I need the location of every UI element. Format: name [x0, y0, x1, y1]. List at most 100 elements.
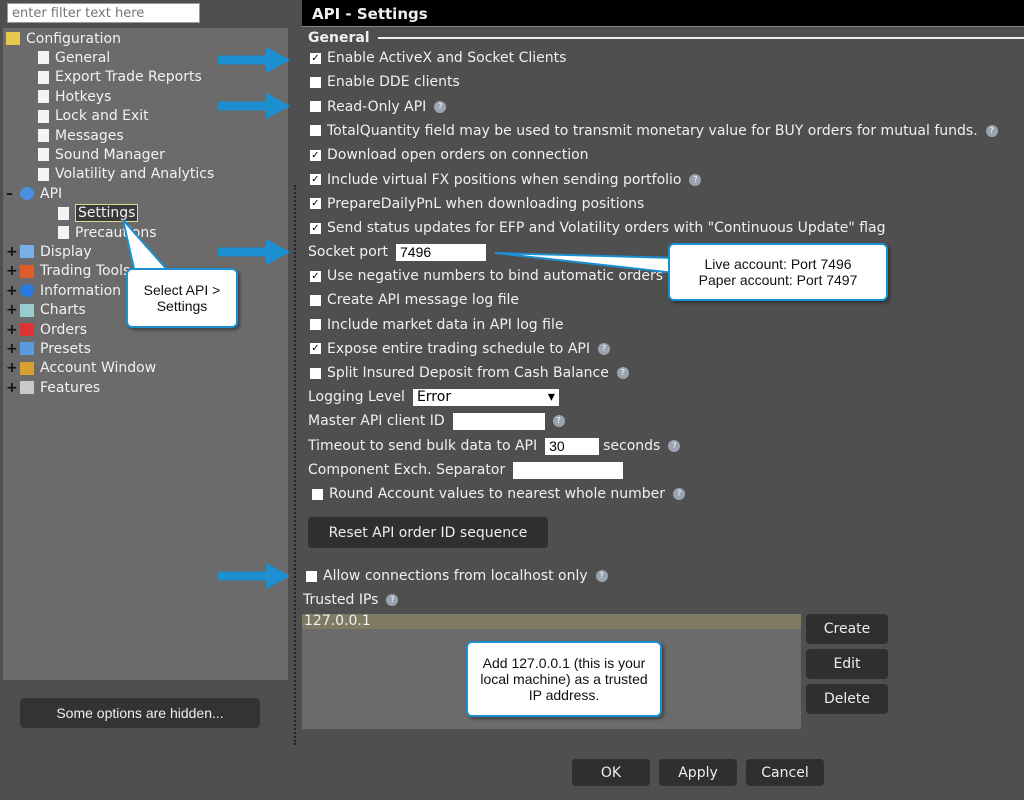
- tree-item-api[interactable]: – API: [6, 184, 62, 203]
- tree-item-export-trade-reports[interactable]: Export Trade Reports: [38, 68, 202, 87]
- master-id-input[interactable]: [452, 412, 545, 430]
- callout-port-info: Live account: Port 7496 Paper account: Po…: [668, 243, 888, 301]
- checkbox[interactable]: [306, 570, 317, 582]
- checkbox[interactable]: [312, 488, 323, 500]
- option-label: Enable ActiveX and Socket Clients: [327, 50, 567, 66]
- checkbox[interactable]: [310, 125, 321, 137]
- checkbox-checked[interactable]: ✓: [310, 222, 321, 234]
- option-checkbox-row[interactable]: Enable DDE clients: [310, 72, 460, 92]
- group-title-general: General: [308, 30, 370, 46]
- checkbox-checked[interactable]: ✓: [310, 52, 321, 64]
- tree-item-features[interactable]: + Features: [6, 378, 100, 397]
- expand-icon[interactable]: +: [6, 322, 18, 338]
- tree-item-account-window[interactable]: + Account Window: [6, 359, 156, 378]
- help-icon[interactable]: ?: [673, 488, 686, 500]
- checkbox[interactable]: [310, 101, 321, 113]
- tree-item-sound-manager[interactable]: Sound Manager: [38, 145, 165, 164]
- help-icon[interactable]: ?: [985, 124, 998, 137]
- option-checkbox-row[interactable]: Read-Only API?: [310, 97, 447, 117]
- expand-icon[interactable]: +: [6, 341, 18, 357]
- checkbox[interactable]: [310, 319, 321, 331]
- tree-item-lock-and-exit[interactable]: Lock and Exit: [38, 107, 149, 126]
- collapse-icon[interactable]: –: [6, 186, 16, 202]
- page-icon: [38, 129, 49, 142]
- checkbox-checked[interactable]: ✓: [310, 174, 321, 185]
- option-label: TotalQuantity field may be used to trans…: [327, 122, 978, 139]
- option-label: Download open orders on connection: [327, 147, 589, 164]
- page-icon: [38, 90, 49, 104]
- trading-tools-icon: [20, 264, 34, 278]
- help-icon[interactable]: ?: [434, 100, 447, 113]
- api-arrows-icon: [20, 187, 34, 201]
- tree-item-label: Account Window: [40, 360, 157, 377]
- callout-text: Paper account: Port 7497: [698, 272, 858, 288]
- ip-list-item[interactable]: 127.0.0.1: [302, 614, 801, 629]
- option-checkbox-row[interactable]: ✓ PrepareDailyPnL when downloading positi…: [310, 194, 644, 214]
- tree-item-label: Information: [40, 282, 122, 299]
- help-icon[interactable]: ?: [689, 173, 702, 186]
- logging-level-select[interactable]: Error ▾: [412, 388, 559, 406]
- checkbox-checked[interactable]: ✓: [310, 149, 321, 161]
- tree-item-information[interactable]: + Information: [6, 281, 121, 300]
- socket-port-input[interactable]: [396, 243, 487, 261]
- group-divider: [378, 37, 1024, 39]
- tree-item-volatility-and-analytics[interactable]: Volatility and Analytics: [38, 165, 214, 184]
- help-icon[interactable]: ?: [595, 570, 608, 582]
- option-checkbox-row[interactable]: Split Insured Deposit from Cash Balance?: [310, 363, 629, 383]
- tree-item-label: Volatility and Analytics: [55, 166, 215, 183]
- ok-button[interactable]: OK: [572, 759, 650, 786]
- expand-icon[interactable]: +: [6, 244, 18, 260]
- localhost-only-checkbox[interactable]: Allow connections from localhost only?: [306, 566, 608, 586]
- reset-order-id-button[interactable]: Reset API order ID sequence: [308, 517, 548, 548]
- expand-icon[interactable]: +: [6, 302, 18, 318]
- checkbox[interactable]: [310, 76, 321, 88]
- round-values-checkbox[interactable]: Round Account values to nearest whole nu…: [312, 484, 686, 504]
- checkbox[interactable]: [310, 367, 321, 379]
- cancel-button[interactable]: Cancel: [746, 759, 824, 786]
- some-options-hidden-button[interactable]: Some options are hidden...: [20, 698, 260, 728]
- tree-item-presets[interactable]: + Presets: [6, 339, 91, 358]
- expand-icon[interactable]: +: [6, 283, 18, 299]
- help-icon[interactable]: ?: [616, 367, 629, 380]
- expand-icon[interactable]: +: [6, 360, 18, 376]
- create-ip-button[interactable]: Create: [806, 614, 888, 644]
- tree-item-display[interactable]: + Display: [6, 242, 92, 261]
- separator-input[interactable]: [513, 461, 624, 479]
- tree-item-configuration[interactable]: Configuration: [6, 29, 121, 48]
- option-checkbox-row[interactable]: ✓ Include virtual FX positions when sendi…: [310, 170, 702, 190]
- edit-ip-button[interactable]: Edit: [806, 649, 888, 679]
- filter-input[interactable]: [7, 3, 200, 23]
- checkbox[interactable]: [310, 294, 321, 306]
- page-icon: [38, 109, 49, 123]
- option-label: Include virtual FX positions when sendin…: [327, 171, 682, 188]
- splitter-handle[interactable]: [294, 185, 296, 745]
- help-icon[interactable]: ?: [552, 415, 565, 427]
- help-icon[interactable]: ?: [597, 342, 610, 355]
- tree-item-orders[interactable]: + Orders: [6, 320, 87, 339]
- timeout-input[interactable]: [545, 437, 600, 455]
- folder-icon: [6, 32, 20, 45]
- option-checkbox-row[interactable]: Include market data in API log file: [310, 315, 563, 335]
- tree-item-hotkeys[interactable]: Hotkeys: [38, 87, 111, 106]
- checkbox-checked[interactable]: ✓: [310, 198, 321, 210]
- option-checkbox-row[interactable]: TotalQuantity field may be used to trans…: [310, 121, 998, 141]
- option-checkbox-row[interactable]: ✓ Enable ActiveX and Socket Clients: [310, 48, 566, 68]
- option-checkbox-row[interactable]: ✓ Expose entire trading schedule to API?: [310, 339, 610, 359]
- option-checkbox-row[interactable]: ✓ Download open orders on connection: [310, 145, 589, 165]
- tree-item-charts[interactable]: + Charts: [6, 301, 86, 320]
- tree-item-messages[interactable]: Messages: [38, 126, 124, 145]
- tree-item-trading-tools[interactable]: + Trading Tools: [6, 262, 130, 281]
- checkbox-checked[interactable]: ✓: [310, 270, 321, 282]
- expand-icon[interactable]: +: [6, 263, 18, 279]
- tree-item-general[interactable]: General: [38, 48, 110, 67]
- delete-ip-button[interactable]: Delete: [806, 684, 888, 714]
- apply-button[interactable]: Apply: [659, 759, 737, 786]
- help-icon[interactable]: ?: [668, 440, 681, 452]
- help-icon[interactable]: ?: [386, 594, 399, 606]
- expand-icon[interactable]: +: [6, 380, 18, 396]
- checkbox-checked[interactable]: ✓: [310, 343, 321, 355]
- option-checkbox-row[interactable]: Create API message log file: [310, 290, 519, 310]
- option-label: Create API message log file: [327, 292, 520, 309]
- option-checkbox-row[interactable]: ✓ Send status updates for EFP and Volatil…: [310, 218, 886, 238]
- pointer-arrow-icon: [218, 239, 290, 265]
